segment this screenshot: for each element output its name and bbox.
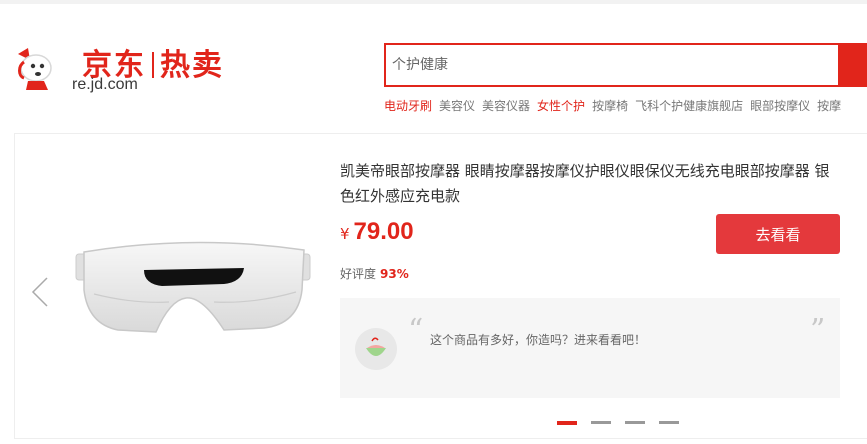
hot-word-link[interactable]: 按摩 xyxy=(817,99,841,113)
rating-value: 93% xyxy=(380,267,409,281)
close-quote-icon: ” xyxy=(810,313,826,348)
user-avatar-icon xyxy=(355,328,397,370)
jd-dog-mascot-icon xyxy=(18,48,52,90)
hot-word-link[interactable]: 按摩椅 xyxy=(592,99,628,113)
product-title[interactable]: 凯美帝眼部按摩器 眼睛按摩器按摩仪护眼仪眼保仪无线充电眼部按摩器 银色红外感应充… xyxy=(340,159,840,209)
search-input[interactable] xyxy=(392,46,832,84)
hot-word-link[interactable]: 美容仪 xyxy=(439,99,475,113)
positive-rating: 好评度 93% xyxy=(340,265,409,282)
comment-box: “ 这个商品有多好，你造吗？进来看看吧！ ” xyxy=(340,298,840,398)
carousel-dot[interactable] xyxy=(659,421,679,424)
open-quote-icon: “ xyxy=(408,313,424,348)
product-image[interactable] xyxy=(74,232,314,342)
hot-word-link[interactable]: 美容仪器 xyxy=(482,99,530,113)
brand-hot-sale: 热卖 xyxy=(160,48,224,83)
carousel-dot[interactable] xyxy=(591,421,611,424)
hot-word-link[interactable]: 飞科个护健康旗舰店 xyxy=(635,99,743,113)
jd-logo[interactable]: 京东 热卖 re.jd.com xyxy=(14,40,254,100)
view-product-button[interactable]: 去看看 xyxy=(716,214,840,254)
price-value: 79.00 xyxy=(353,218,414,245)
carousel-dot[interactable] xyxy=(625,421,645,424)
product-price: ¥79.00 xyxy=(340,218,414,246)
brand-separator xyxy=(152,52,154,78)
carousel-dot[interactable] xyxy=(557,421,577,425)
hot-word-link[interactable]: 电动牙刷 xyxy=(384,99,432,113)
hot-word-link[interactable]: 女性个护 xyxy=(537,99,585,113)
logo-domain: re.jd.com xyxy=(72,76,138,93)
search-box[interactable] xyxy=(384,43,840,87)
prev-arrow-icon[interactable] xyxy=(30,276,50,308)
hot-search-words: 电动牙刷 美容仪 美容仪器 女性个护 按摩椅 飞科个护健康旗舰店 眼部按摩仪 按摩 xyxy=(384,97,848,114)
comment-text: 这个商品有多好，你造吗？进来看看吧！ xyxy=(430,333,647,347)
currency-symbol: ¥ xyxy=(340,225,350,243)
top-divider xyxy=(0,0,867,4)
search-button[interactable] xyxy=(840,43,867,87)
rating-label: 好评度 xyxy=(340,267,377,281)
hot-word-link[interactable]: 眼部按摩仪 xyxy=(750,99,810,113)
